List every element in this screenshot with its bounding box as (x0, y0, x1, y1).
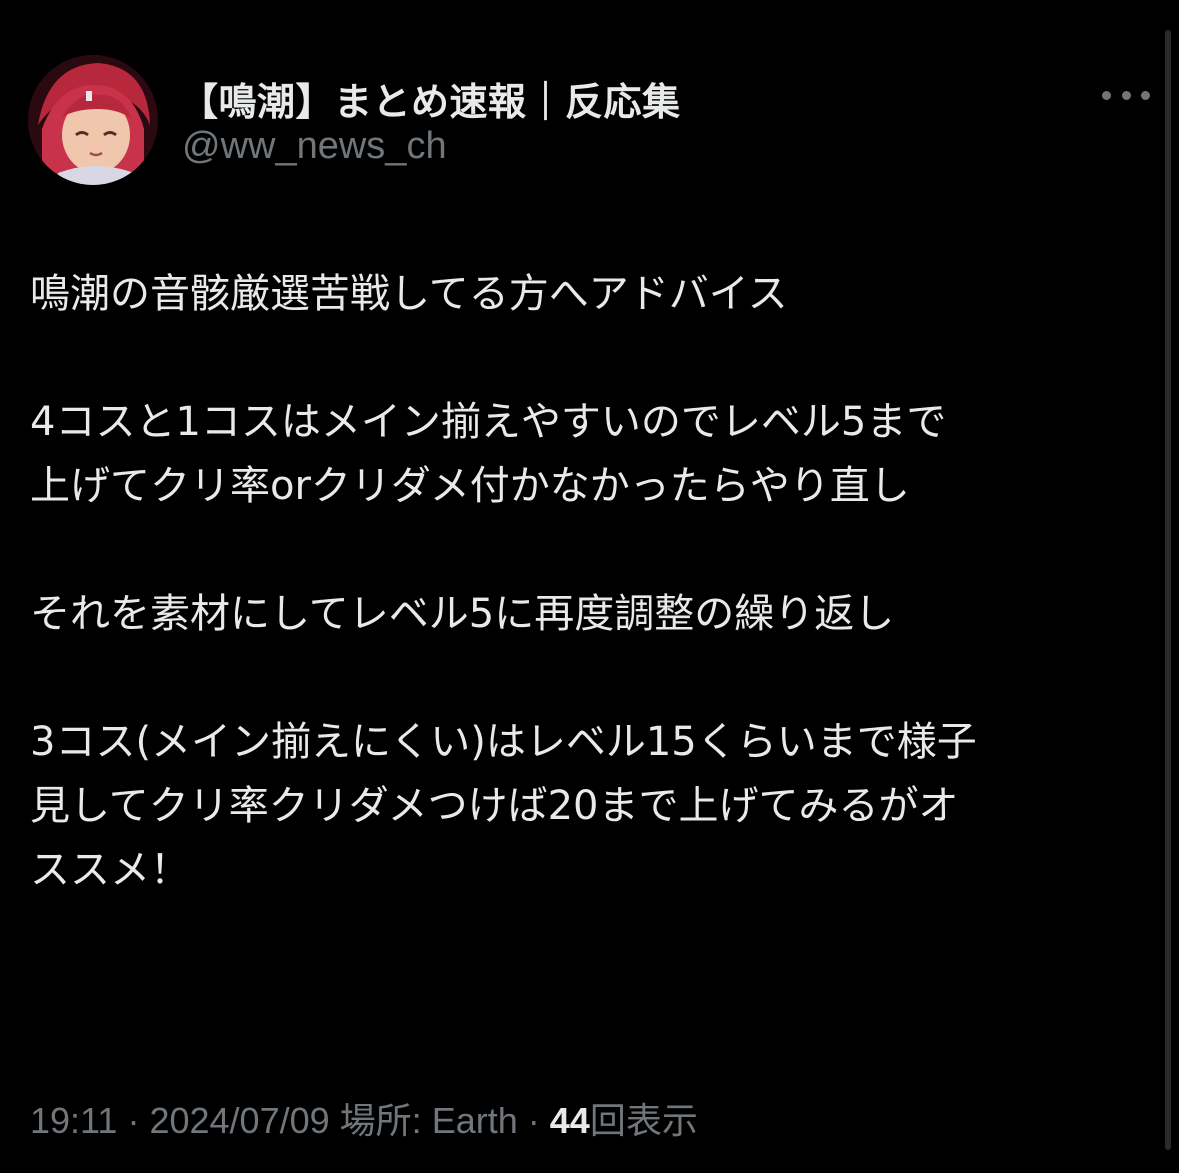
tweet-paragraph: 4コスと1コスはメイン揃えやすいのでレベル5まで 上げてクリ率orクリダメ付かな… (30, 390, 1160, 518)
tweet-line: 4コスと1コスはメイン揃えやすいのでレベル5まで (30, 399, 947, 445)
tweet-text: 鳴潮の音骸厳選苦戦してる方へアドバイス 4コスと1コスはメイン揃えやすいのでレベ… (30, 262, 1160, 902)
tweet-date[interactable]: 2024/07/09 (149, 1100, 329, 1141)
meta-separator: · (127, 1100, 140, 1141)
tweet-paragraph: それを素材にしてレベル5に再度調整の繰り返し (30, 582, 1160, 646)
tweet-line: 3コス(メイン揃えにくい)はレベル15くらいまで様子 (30, 719, 977, 765)
tweet-header: 【鳴潮】まとめ速報｜反応集 @ww_news_ch (28, 55, 1158, 185)
tweet-detail: 【鳴潮】まとめ速報｜反応集 @ww_news_ch 鳴潮の音骸厳選苦戦してる方へ… (0, 0, 1179, 1173)
avatar-anime-character-icon[interactable] (28, 55, 158, 185)
more-horizontal-icon[interactable] (1102, 77, 1150, 113)
more-dot (1141, 90, 1150, 100)
tweet-line: 見してクリ率クリダメつけば20まで上げてみるがオ (30, 783, 959, 829)
location-label: 場所: (339, 1100, 422, 1141)
location-value: Earth (431, 1100, 518, 1141)
views-count[interactable]: 44 (550, 1100, 590, 1141)
tweet-time[interactable]: 19:11 (30, 1100, 117, 1141)
tweet-meta: 19:11 · 2024/07/09 場所: Earth · 44回表示 (30, 1092, 698, 1144)
more-dot (1102, 90, 1111, 100)
views-label[interactable]: 回表示 (590, 1100, 698, 1141)
meta-separator: · (527, 1100, 540, 1141)
more-dot (1121, 90, 1131, 100)
author-handle[interactable]: @ww_news_ch (182, 125, 447, 168)
tweet-paragraph: 鳴潮の音骸厳選苦戦してる方へアドバイス (30, 262, 1160, 326)
author-display-name[interactable]: 【鳴潮】まとめ速報｜反応集 (180, 71, 681, 126)
tweet-line: 鳴潮の音骸厳選苦戦してる方へアドバイス (30, 271, 788, 317)
tweet-line: ススメ！ (30, 847, 190, 893)
tweet-line: 上げてクリ率orクリダメ付かなかったらやり直し (30, 463, 910, 509)
tweet-paragraph: 3コス(メイン揃えにくい)はレベル15くらいまで様子 見してクリ率クリダメつけば… (30, 710, 1160, 902)
scrollbar[interactable] (1165, 30, 1171, 1150)
tweet-line: それを素材にしてレベル5に再度調整の繰り返し (30, 591, 895, 637)
